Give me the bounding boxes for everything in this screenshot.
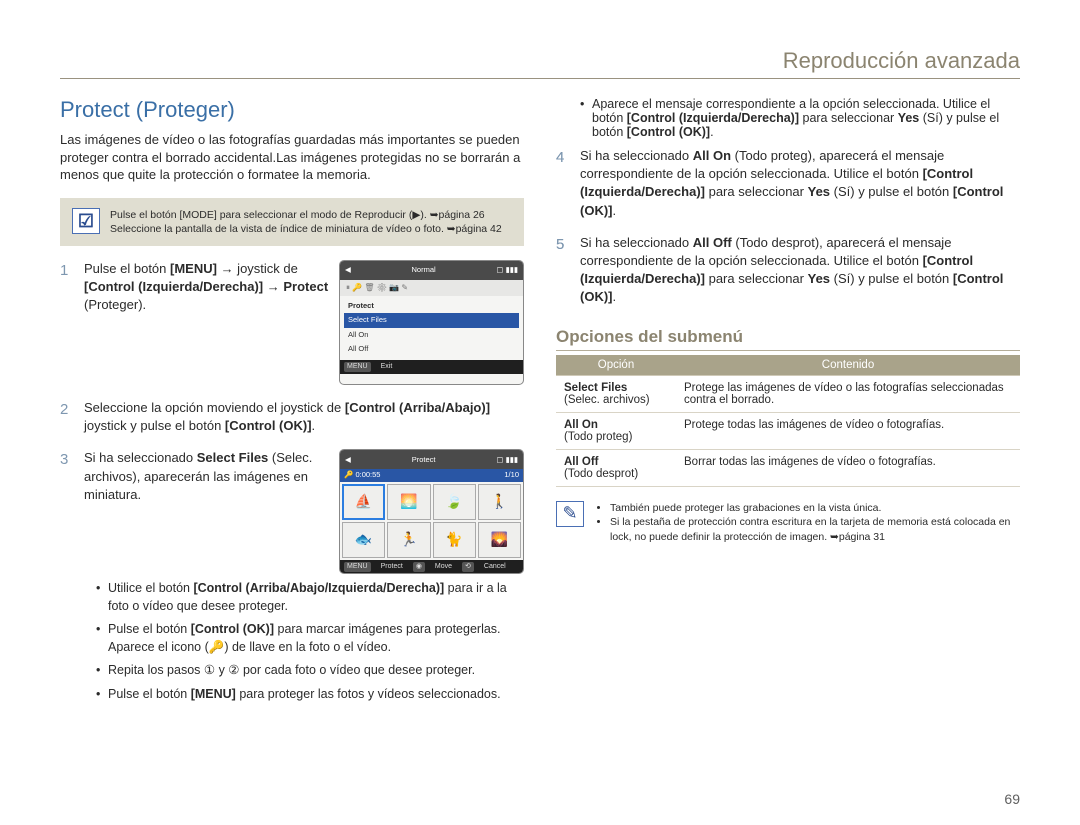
left-column: Protect (Proteger) Las imágenes de vídeo… xyxy=(60,97,524,717)
table-row: All Off(Todo desprot)Borrar todas las im… xyxy=(556,449,1020,486)
info-box-text: Pulse el botón [MODE] para seleccionar e… xyxy=(110,208,502,236)
option-desc: Protege las imágenes de vídeo o las foto… xyxy=(676,375,1020,412)
step-1: Pulse el botón [MENU] → joystick de [Con… xyxy=(60,260,524,385)
right-column: Aparece el mensaje correspondiente a la … xyxy=(556,97,1020,717)
page-title: Protect (Proteger) xyxy=(60,97,524,123)
lcd-thumbnails: ⛵ 🌅 🍃 🚶 🐟 🏃 🐈 🌄 xyxy=(340,482,523,560)
col-option: Opción xyxy=(556,355,676,376)
option-name: All Off(Todo desprot) xyxy=(556,449,676,486)
intro-paragraph: Las imágenes de vídeo o las fotografías … xyxy=(60,131,524,184)
step-5: 5 Si ha seleccionado All Off (Todo despr… xyxy=(556,234,1020,307)
step-3: Si ha seleccionado Select Files (Selec. … xyxy=(60,449,524,703)
submenu-heading: Opciones del submenú xyxy=(556,327,1020,351)
note-list: También puede proteger las grabaciones e… xyxy=(594,501,1020,545)
option-name: Select Files(Selec. archivos) xyxy=(556,375,676,412)
step-2-text: Seleccione la opción moviendo el joystic… xyxy=(84,399,524,435)
option-name: All On(Todo proteg) xyxy=(556,412,676,449)
step-1-text: Pulse el botón [MENU] → joystick de [Con… xyxy=(84,260,329,385)
step-2: Seleccione la opción moviendo el joystic… xyxy=(60,399,524,435)
options-table: Opción Contenido Select Files(Selec. arc… xyxy=(556,355,1020,487)
col-content: Contenido xyxy=(676,355,1020,376)
lcd-screenshot-menu: ◀ Normal ▢ ▮▮▮ ⏸ 🔑 🗑 ⚙ 📷 ✎ Protect Selec… xyxy=(339,260,524,385)
info-box: ☑ Pulse el botón [MODE] para seleccionar… xyxy=(60,198,524,246)
step-3-text: Si ha seleccionado Select Files (Selec. … xyxy=(84,449,329,574)
step-3-cont-bullets: Aparece el mensaje correspondiente a la … xyxy=(556,97,1020,139)
option-desc: Protege todas las imágenes de vídeo o fo… xyxy=(676,412,1020,449)
step-3-subitem: Repita los pasos ① y ② por cada foto o v… xyxy=(96,662,524,680)
table-row: Select Files(Selec. archivos)Protege las… xyxy=(556,375,1020,412)
step-3-subitem: Pulse el botón [MENU] para proteger las … xyxy=(96,686,524,704)
steps-list-left: Pulse el botón [MENU] → joystick de [Con… xyxy=(60,260,524,703)
note-block: ✎ También puede proteger las grabaciones… xyxy=(556,501,1020,545)
step-3-subitem: Utilice el botón [Control (Arriba/Abajo/… xyxy=(96,580,524,615)
page-number: 69 xyxy=(1004,791,1020,807)
step-3-subitem: Pulse el botón [Control (OK)] para marca… xyxy=(96,621,524,656)
step-4: 4 Si ha seleccionado All On (Todo proteg… xyxy=(556,147,1020,220)
option-desc: Borrar todas las imágenes de vídeo o fot… xyxy=(676,449,1020,486)
two-column-layout: Protect (Proteger) Las imágenes de vídeo… xyxy=(60,97,1020,717)
check-icon: ☑ xyxy=(72,208,100,234)
pencil-icon: ✎ xyxy=(556,501,584,527)
page: Reproducción avanzada Protect (Proteger)… xyxy=(0,0,1080,825)
table-row: All On(Todo proteg)Protege todas las imá… xyxy=(556,412,1020,449)
step-3-subitems: Utilice el botón [Control (Arriba/Abajo/… xyxy=(84,580,524,703)
lcd-screenshot-thumbs: ◀ Protect ▢ ▮▮▮ 🔑 0:00:55 1/10 ⛵ 🌅 xyxy=(339,449,524,574)
section-header: Reproducción avanzada xyxy=(60,48,1020,79)
steps-list-right: 4 Si ha seleccionado All On (Todo proteg… xyxy=(556,147,1020,307)
section-title: Reproducción avanzada xyxy=(783,48,1020,73)
